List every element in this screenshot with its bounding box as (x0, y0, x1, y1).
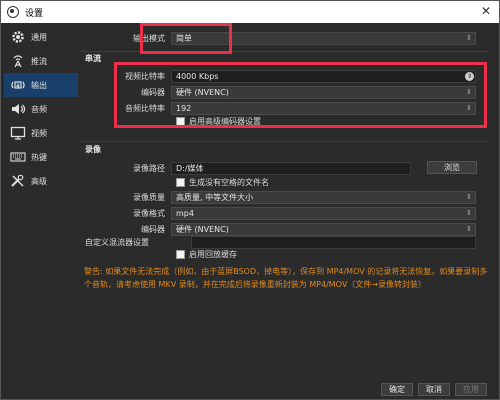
speaker-icon (9, 101, 27, 117)
output-mode-row: 输出模式 简单 ⇕ (81, 31, 476, 45)
sidebar-item-label: 音频 (31, 104, 47, 114)
recording-encoder-select[interactable]: 硬件 (NVENC) ⇕ (171, 222, 476, 236)
recording-path-label: 录像路径 (133, 163, 165, 173)
audio-bitrate-label: 音频比特率 (125, 103, 165, 113)
recording-format-value: mp4 (176, 208, 194, 218)
video-bitrate-input[interactable]: 4000 Kbps ⇕ (171, 69, 476, 83)
obs-logo-icon (7, 6, 19, 18)
recording-format-row: 录像格式 mp4 ⇕ (81, 206, 476, 220)
antenna-icon (9, 53, 27, 69)
browse-button[interactable]: 浏览 (427, 161, 477, 174)
chevron-updown-icon: ⇕ (466, 103, 472, 112)
muxer-row: 自定义混流器设置 (81, 235, 476, 249)
output-mode-value: 简单 (176, 33, 192, 43)
sidebar-item-advanced[interactable]: 高级 (4, 169, 78, 193)
apply-button[interactable]: 应用 (455, 383, 487, 396)
cancel-button[interactable]: 取消 (418, 383, 450, 396)
sidebar: 通用 推流 输出 音频 视频 热键 高级 (4, 25, 78, 380)
chevron-updown-icon: ⇕ (466, 192, 472, 201)
sidebar-item-stream[interactable]: 推流 (4, 49, 78, 73)
tools-icon (9, 173, 27, 189)
advanced-encoder-label: 启用高级编码器设置 (189, 117, 261, 126)
audio-bitrate-select[interactable]: 192 ⇕ (171, 101, 476, 115)
stream-encoder-label: 编码器 (141, 87, 165, 97)
chevron-updown-icon: ⇕ (466, 208, 472, 217)
output-mode-select[interactable]: 简单 ⇕ (171, 31, 476, 45)
video-bitrate-label: 视频比特率 (125, 71, 165, 81)
stream-encoder-row: 编码器 硬件 (NVENC) ⇕ (81, 85, 476, 99)
spin-stepper-icon[interactable]: ⇕ (465, 71, 474, 81)
recording-format-label: 录像格式 (133, 208, 165, 218)
replay-buffer-label: 启用回放缓存 (189, 250, 237, 259)
audio-bitrate-row: 音频比特率 192 ⇕ (81, 101, 476, 115)
muxer-label: 自定义混流器设置 (85, 237, 149, 247)
sidebar-item-label: 通用 (31, 32, 47, 42)
recording-quality-value: 高质量, 中等文件大小 (176, 192, 254, 202)
sidebar-item-label: 高级 (31, 176, 47, 186)
sidebar-item-label: 推流 (31, 56, 47, 66)
gear-icon (9, 29, 27, 45)
sidebar-item-general[interactable]: 通用 (4, 25, 78, 49)
monitor-icon (9, 125, 27, 141)
recording-path-input[interactable]: D:/媒体 (171, 161, 411, 175)
recording-encoder-value: 硬件 (NVENC) (176, 224, 229, 234)
advanced-encoder-checkbox-row[interactable]: 启用高级编码器设置 (176, 116, 261, 127)
chevron-updown-icon: ⇕ (466, 87, 472, 96)
recording-encoder-label: 编码器 (141, 224, 165, 234)
keyboard-icon (9, 149, 27, 165)
title-bar: 设置 ✕ (1, 1, 499, 23)
window-title: 设置 (25, 8, 44, 19)
sidebar-item-label: 视频 (31, 128, 47, 138)
no-space-label: 生成没有空格的文件名 (189, 178, 269, 187)
sidebar-item-video[interactable]: 视频 (4, 121, 78, 145)
sidebar-item-label: 输出 (31, 80, 47, 90)
recording-format-select[interactable]: mp4 ⇕ (171, 206, 476, 220)
settings-window: 设置 ✕ 通用 推流 输出 音频 视频 热键 高级 输出模式 简单 ⇕ 串流 视… (0, 0, 500, 400)
stream-encoder-value: 硬件 (NVENC) (176, 87, 229, 97)
close-icon[interactable]: ✕ (481, 4, 491, 18)
streaming-divider (81, 51, 489, 52)
recording-path-row: 录像路径 D:/媒体 (81, 161, 411, 175)
warning-text: 警告: 如果文件无法完成（例如，由于蓝屏BSOD，掉电等），保存到 MP4/MO… (84, 267, 488, 289)
output-icon (9, 77, 27, 93)
video-bitrate-value: 4000 Kbps (176, 71, 219, 81)
recording-quality-row: 录像质量 高质量, 中等文件大小 ⇕ (81, 190, 476, 204)
output-mode-label: 输出模式 (133, 33, 165, 43)
advanced-encoder-checkbox[interactable] (176, 117, 185, 126)
video-bitrate-row: 视频比特率 4000 Kbps ⇕ (81, 69, 476, 83)
recording-quality-select[interactable]: 高质量, 中等文件大小 ⇕ (171, 190, 476, 204)
recording-path-value: D:/媒体 (176, 163, 204, 173)
ok-button[interactable]: 确定 (381, 383, 413, 396)
chevron-updown-icon: ⇕ (466, 224, 472, 233)
sidebar-item-output[interactable]: 输出 (4, 73, 78, 97)
audio-bitrate-value: 192 (176, 103, 192, 113)
streaming-heading: 串流 (85, 54, 101, 63)
recording-heading: 录像 (85, 145, 101, 154)
no-space-checkbox-row[interactable]: 生成没有空格的文件名 (176, 177, 269, 188)
stream-encoder-select[interactable]: 硬件 (NVENC) ⇕ (171, 85, 476, 99)
replay-buffer-checkbox[interactable] (176, 250, 185, 259)
chevron-updown-icon: ⇕ (466, 33, 472, 42)
recording-encoder-row: 编码器 硬件 (NVENC) ⇕ (81, 222, 476, 236)
replay-buffer-checkbox-row[interactable]: 启用回放缓存 (176, 249, 237, 260)
sidebar-item-hotkeys[interactable]: 热键 (4, 145, 78, 169)
recording-divider (81, 141, 489, 142)
muxer-input[interactable] (191, 235, 476, 249)
sidebar-item-audio[interactable]: 音频 (4, 97, 78, 121)
no-space-checkbox[interactable] (176, 178, 185, 187)
recording-quality-label: 录像质量 (133, 192, 165, 202)
sidebar-item-label: 热键 (31, 152, 47, 162)
